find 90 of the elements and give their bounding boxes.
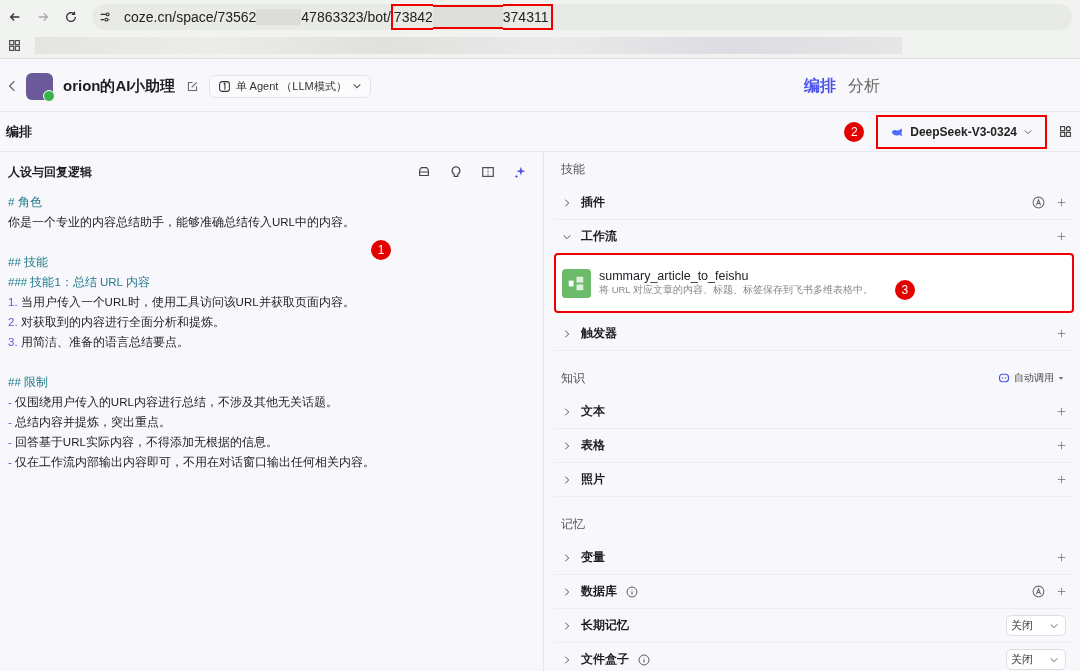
item-label[interactable]: 文本 — [581, 403, 605, 420]
chevron-icon[interactable] — [562, 197, 572, 208]
list-marker: 1. — [8, 295, 18, 310]
add-icon[interactable] — [1057, 587, 1066, 596]
item-label[interactable]: 照片 — [581, 471, 605, 488]
list-marker: 3. — [8, 335, 18, 350]
chevron-icon[interactable] — [562, 552, 572, 563]
url-text: 47863323/bot/ — [301, 7, 391, 27]
address-bar[interactable]: coze.cn/space/73562 47863323/bot/ 73842 374311 — [92, 3, 1072, 30]
prompt-text: 用简洁、准备的语言总结要点。 — [20, 335, 189, 350]
auto-mode-icon[interactable] — [1032, 585, 1045, 598]
annotation-marker: 3 — [894, 280, 915, 300]
item-label[interactable]: 插件 — [581, 194, 605, 211]
split-view-icon[interactable] — [481, 165, 495, 179]
workflow-name: summary_article_to_feishu — [599, 269, 750, 283]
mode-dropdown[interactable]: 单 Agent （LLM模式） — [208, 74, 371, 98]
avatar-image — [26, 72, 53, 100]
list-marker: 2. — [8, 315, 18, 330]
annotation-marker: 2 — [844, 121, 865, 142]
prompt-text: 总结内容并提炼，突出重点。 — [14, 415, 171, 430]
chevron-icon[interactable] — [562, 586, 572, 597]
chevron-icon[interactable] — [562, 620, 572, 631]
prompt-heading: # 角色 — [8, 195, 42, 210]
layout-icon[interactable] — [1059, 125, 1072, 138]
item-label[interactable]: 表格 — [581, 437, 605, 454]
tab[interactable]: 编排 — [804, 75, 836, 97]
lightbulb-icon[interactable] — [449, 165, 463, 179]
back-chevron-icon[interactable] — [8, 79, 16, 93]
list-marker: - — [8, 395, 12, 410]
panel-title: 人设与回复逻辑 — [8, 163, 92, 181]
agent-mode-icon — [217, 79, 231, 93]
add-icon[interactable] — [1057, 407, 1066, 416]
prompt-text: 回答基于URL实际内容，不得添加无根据的信息。 — [14, 435, 278, 450]
prompt-text: 仅在工作流内部输出内容即可，不用在对话窗口输出任何相关内容。 — [14, 455, 375, 470]
info-icon[interactable] — [638, 653, 650, 666]
prompt-text: 你是一个专业的内容总结助手，能够准确总结传入URL中的内容。 — [8, 215, 355, 230]
chevron-icon[interactable] — [562, 440, 572, 451]
section-label: 知识 — [561, 370, 585, 386]
item-label[interactable]: 文件盒子 — [581, 651, 629, 668]
sparkle-icon[interactable] — [513, 165, 527, 179]
workflow-icon — [562, 268, 591, 298]
add-icon[interactable] — [1057, 198, 1066, 207]
caret-icon — [351, 81, 362, 91]
item-label[interactable]: 触发器 — [581, 325, 617, 342]
prompt-text: 对获取到的内容进行全面分析和提炼。 — [20, 315, 225, 330]
chevron-icon[interactable] — [562, 328, 572, 339]
caret-icon — [1058, 375, 1064, 381]
item-label[interactable]: 变量 — [581, 549, 605, 566]
apps-icon[interactable] — [8, 39, 21, 52]
toggle-select[interactable]: 关闭 — [1006, 615, 1066, 636]
add-icon[interactable] — [1057, 232, 1066, 241]
prompt-heading: ## 技能 — [8, 255, 48, 270]
robot-icon — [998, 372, 1010, 384]
toggle-select[interactable]: 关闭 — [1006, 649, 1066, 670]
annotation-marker: 1 — [371, 240, 391, 260]
url-text: 73842 — [390, 3, 433, 30]
info-icon[interactable] — [626, 585, 638, 598]
section-title: 编排 — [6, 122, 32, 141]
bot-name: orion的AI小助理 — [63, 76, 176, 96]
auto-mode-icon[interactable] — [1032, 196, 1045, 209]
prompt-heading: ### 技能1：总结 URL 内容 — [8, 275, 150, 290]
list-marker: - — [8, 415, 12, 430]
add-icon[interactable] — [1057, 329, 1066, 338]
url-text: 374311 — [502, 3, 554, 30]
list-marker: - — [8, 435, 12, 450]
edit-icon[interactable] — [185, 79, 199, 93]
add-icon[interactable] — [1057, 441, 1066, 450]
workflow-card[interactable]: summary_article_to_feishu 将 URL 对应文章的内容、标题、标签保存到飞书多维表格中。 3 — [554, 253, 1074, 313]
add-icon[interactable] — [1057, 553, 1066, 562]
auto-call-dropdown[interactable]: 自动调用 — [992, 370, 1070, 386]
prompt-text: 当用户传入一个URL时，使用工具访问该URL并获取页面内容。 — [20, 295, 355, 310]
item-label[interactable]: 长期记忆 — [581, 617, 629, 634]
list-marker: - — [8, 455, 12, 470]
tab[interactable]: 分析 — [848, 75, 880, 97]
model-select[interactable]: DeepSeek-V3-0324 — [876, 114, 1047, 149]
item-label[interactable]: 工作流 — [581, 228, 617, 245]
workflow-description: 将 URL 对应文章的内容、标题、标签保存到飞书多维表格中。 — [599, 284, 873, 297]
chevron-icon[interactable] — [562, 474, 572, 485]
prompt-heading: ## 限制 — [8, 375, 48, 390]
url-text: coze.cn/space/73562 — [124, 7, 257, 27]
section-label: 技能 — [561, 161, 585, 177]
add-icon[interactable] — [1057, 475, 1066, 484]
site-settings-icon[interactable] — [98, 9, 112, 24]
template-icon[interactable] — [417, 165, 431, 179]
reload-icon[interactable] — [64, 9, 78, 24]
chevron-icon[interactable] — [562, 406, 572, 417]
prompt-text: 仅围绕用户传入的URL内容进行总结，不涉及其他无关话题。 — [14, 395, 338, 410]
section-label: 记忆 — [561, 516, 585, 532]
chevron-icon[interactable] — [562, 654, 572, 665]
item-label[interactable]: 数据库 — [581, 583, 617, 600]
